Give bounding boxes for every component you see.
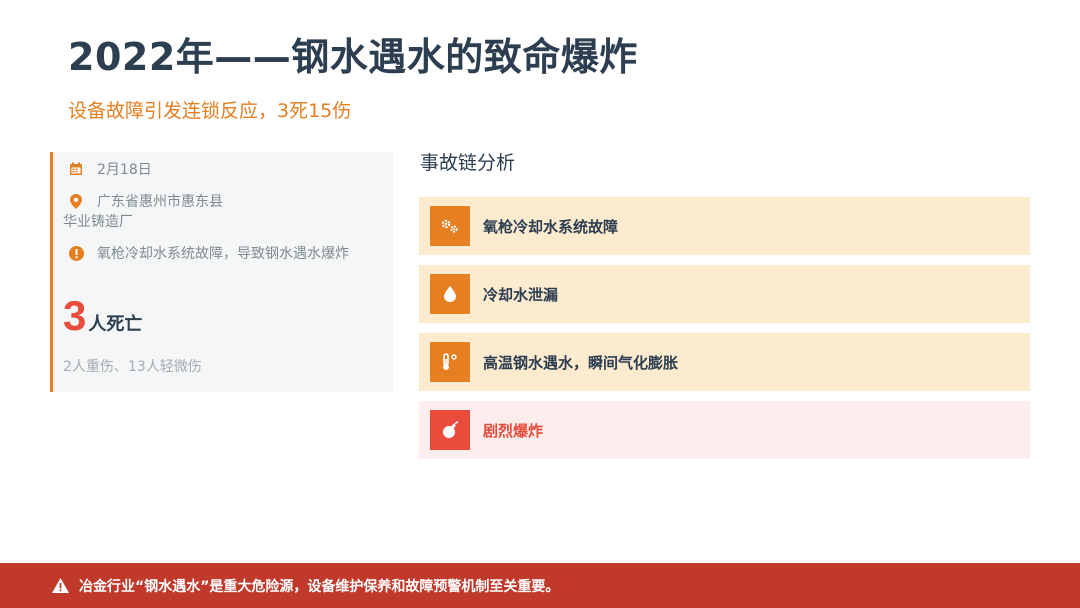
incident-cause: 氧枪冷却水系统故障，导致钢水遇水爆炸 <box>97 246 349 262</box>
injury-summary: 2人重伤、13人轻微伤 <box>63 359 202 375</box>
location-pin-icon <box>67 192 85 210</box>
incident-info-card: 2月18日 广东省惠州市惠东县 华业铸造厂 氧枪冷却水系统故障，导致钢水遇水爆炸… <box>50 152 393 392</box>
exclamation-circle-icon <box>67 244 85 262</box>
location-line-1: 广东省惠州市惠东县 <box>97 194 223 210</box>
location-row: 广东省惠州市惠东县 <box>67 192 223 212</box>
death-toll: 3 人死亡 <box>63 292 142 340</box>
gears-icon <box>430 206 470 246</box>
chain-step-1: 氧枪冷却水系统故障 <box>419 197 1030 255</box>
chain-step-1-label: 氧枪冷却水系统故障 <box>483 217 619 236</box>
footer-banner: 冶金行业“钢水遇水”是重大危险源，设备维护保养和故障预警机制至关重要。 <box>0 563 1080 608</box>
date-row: 2月18日 <box>67 160 152 180</box>
chain-step-4-label: 剧烈爆炸 <box>483 421 544 440</box>
warning-triangle-icon <box>51 577 69 595</box>
calendar-icon <box>67 160 85 178</box>
thermometer-icon <box>430 342 470 382</box>
chain-step-2: 冷却水泄漏 <box>419 265 1030 323</box>
incident-date: 2月18日 <box>97 162 152 178</box>
bomb-icon <box>430 410 470 450</box>
footer-text: 冶金行业“钢水遇水”是重大危险源，设备维护保养和故障预警机制至关重要。 <box>79 578 560 595</box>
death-count: 3 <box>63 292 87 339</box>
page-subtitle: 设备故障引发连锁反应，3死15伤 <box>68 100 352 122</box>
location-line-2: 华业铸造厂 <box>63 214 133 230</box>
chain-step-3: 高温钢水遇水，瞬间气化膨胀 <box>419 333 1030 391</box>
chain-step-2-label: 冷却水泄漏 <box>483 285 559 304</box>
chain-step-4: 剧烈爆炸 <box>419 401 1030 459</box>
page-title: 2022年——钢水遇水的致命爆炸 <box>68 35 638 79</box>
death-label: 人死亡 <box>88 314 143 335</box>
cause-row: 氧枪冷却水系统故障，导致钢水遇水爆炸 <box>67 244 349 264</box>
chain-step-3-label: 高温钢水遇水，瞬间气化膨胀 <box>483 353 679 372</box>
water-drop-icon <box>430 274 470 314</box>
chain-title: 事故链分析 <box>420 152 516 174</box>
